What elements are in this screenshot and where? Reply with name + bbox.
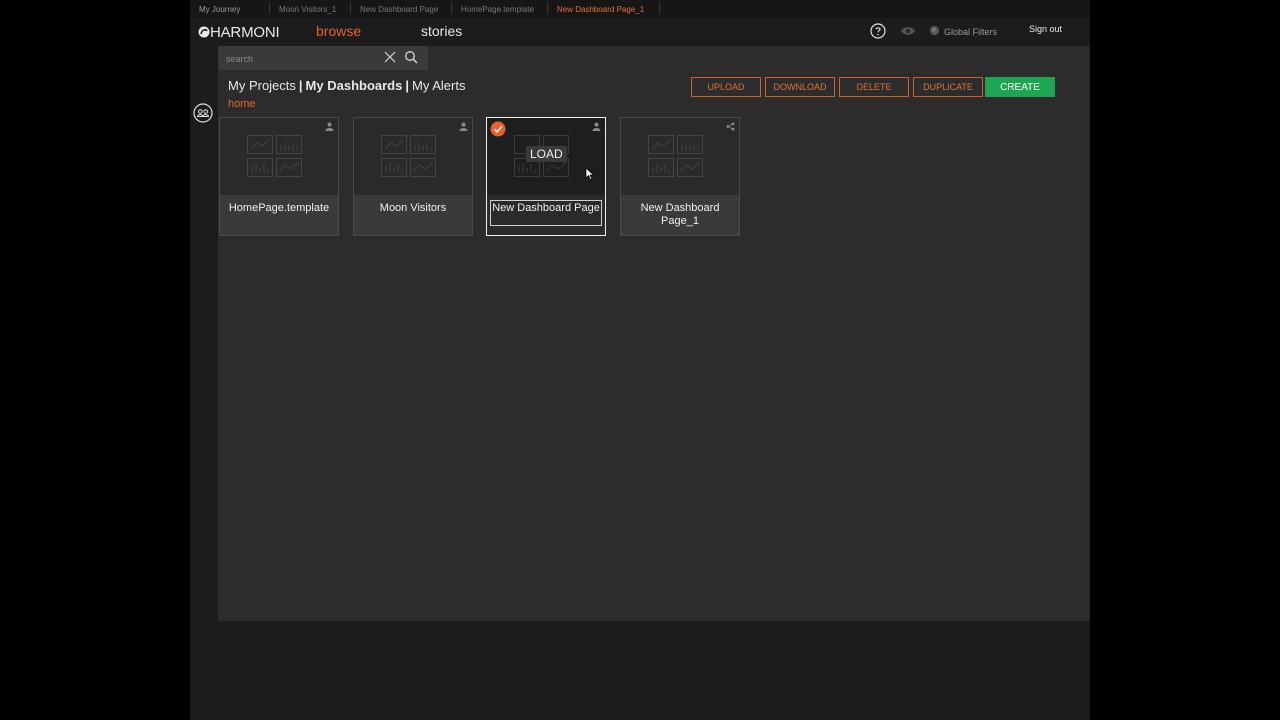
search-input[interactable] [224,50,378,68]
journey-item-new-dashboard-page[interactable]: New Dashboard Page [360,5,438,14]
journey-title: My Journey [199,5,241,14]
search-icon[interactable] [404,50,418,64]
breadcrumb-home[interactable]: home [228,98,256,110]
sign-out-link[interactable]: Sign out [1029,24,1062,34]
user-icon [459,122,468,131]
dashboard-card-name: HomePage.template [228,202,330,214]
journey-item-homepage-template[interactable]: HomePage.template [461,5,534,14]
dashboard-card-moon-visitors[interactable]: Moon Visitors [353,117,473,236]
header: HARMONI browse stories Global Filters Si… [190,18,1090,46]
nav-browse[interactable]: browse [316,23,361,39]
mouse-cursor-icon [585,167,595,181]
dashboard-thumbnail [621,118,739,195]
main-panel: My Projects|My Dashboards|My Alerts home… [218,46,1090,621]
journey-item-new-dashboard-page-1[interactable]: New Dashboard Page_1 [557,5,644,14]
tab-my-projects[interactable]: My Projects [228,78,296,93]
journey-separator [350,3,351,13]
create-button[interactable]: CREATE [985,77,1055,97]
selected-check-icon [490,121,506,137]
dashboard-card-name: Moon Visitors [379,202,447,214]
share-icon [726,122,735,131]
dashboard-card-name: New Dashboard Page [492,202,600,214]
global-filters-label[interactable]: Global Filters [944,27,997,37]
dashboard-card-homepage-template[interactable]: HomePage.template [219,117,339,236]
globe-icon[interactable] [929,25,940,36]
load-button[interactable]: LOAD [526,146,567,162]
dashboard-card-name: New Dashboard Page_1 [640,202,720,227]
dashboard-thumbnail [354,118,472,195]
clear-icon[interactable] [384,51,396,63]
dashboard-thumbnail [220,118,338,195]
download-button[interactable]: DOWNLOAD [765,77,835,97]
dashboard-card-new-dashboard-page-1[interactable]: New Dashboard Page_1 [620,117,740,236]
tab-separator: | [298,78,303,93]
journey-separator [451,3,452,13]
left-sidebar [190,46,218,621]
dashboard-card-new-dashboard-page[interactable]: LOAD New Dashboard Page [486,117,606,236]
journey-item-moon-visitors-1[interactable]: Moon Visitors_1 [279,5,336,14]
tab-my-dashboards[interactable]: My Dashboards [306,78,403,93]
app-window: My Journey Moon Visitors_1 New Dashboard… [190,0,1090,720]
dashboard-layout-icon [648,135,703,177]
section-tabs: My Projects | My Dashboards | My Alerts [228,78,465,93]
dashboard-layout-icon [247,135,302,177]
journey-separator [269,3,270,13]
logo-icon [198,26,210,38]
tab-separator: | [405,78,409,93]
user-icon [325,122,334,131]
journey-separator [547,3,548,13]
eye-icon[interactable] [900,26,916,36]
search-bar [218,46,428,70]
duplicate-button[interactable]: DUPLICATE [913,77,983,97]
users-icon[interactable] [193,103,213,123]
harmoni-logo[interactable]: HARMONI [198,23,280,41]
journey-bar: My Journey Moon Visitors_1 New Dashboard… [190,0,1090,18]
user-icon [592,122,601,131]
delete-button[interactable]: DELETE [839,77,909,97]
upload-button[interactable]: UPLOAD [691,77,761,97]
help-icon[interactable] [870,23,886,39]
logo-text: HARMONI [210,23,280,41]
journey-separator [659,3,660,13]
dashboard-layout-icon [381,135,436,177]
dashboard-thumbnail: LOAD [487,118,605,195]
nav-stories[interactable]: stories [421,23,462,39]
tab-my-alerts[interactable]: My Alerts [412,78,465,93]
